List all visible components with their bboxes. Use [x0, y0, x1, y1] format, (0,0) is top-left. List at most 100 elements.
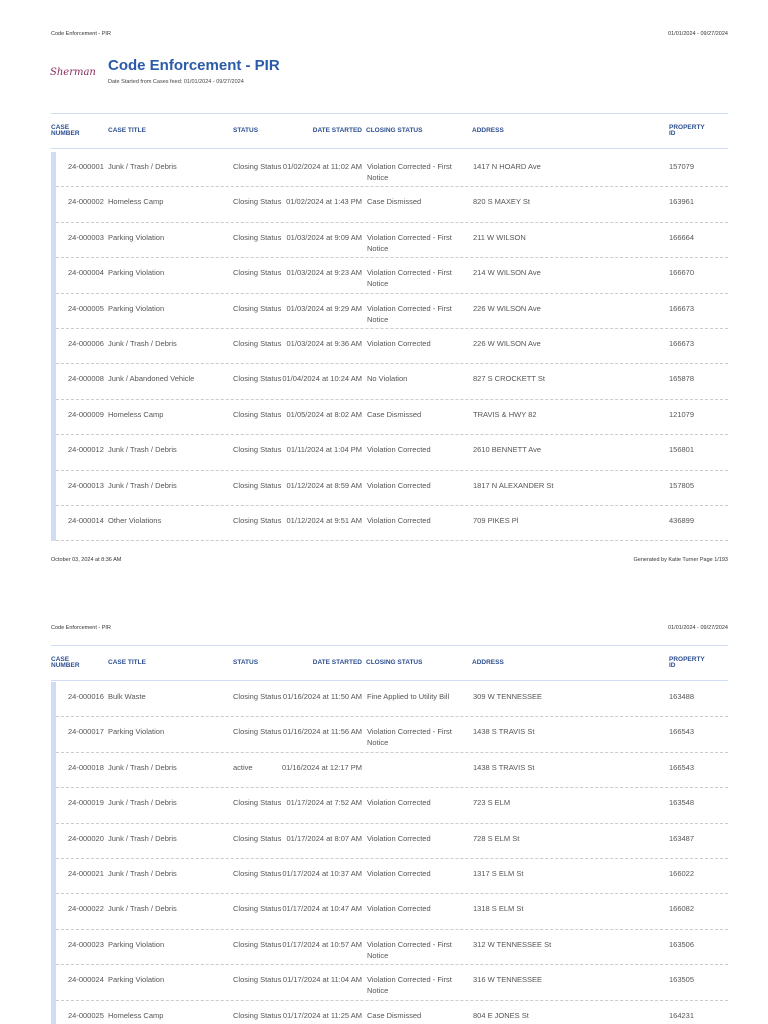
property-id: 166543 [669, 727, 695, 737]
column-header: DATE STARTED [312, 127, 362, 134]
case-number: 24-000025 [68, 1010, 104, 1020]
date-started: 01/16/2024 at 12:17 PM [281, 762, 362, 772]
date-started: 01/05/2024 at 8:02 AM [286, 409, 362, 419]
property-id: 166673 [669, 303, 695, 313]
case-number: 24-000021 [68, 868, 104, 878]
status: Closing Status [233, 303, 282, 313]
table-row: 24-000022 Junk / Trash / Debris Closing St… [56, 894, 728, 930]
case-title: Junk / Trash / Debris [108, 338, 177, 348]
address: 211 W WILSON [473, 232, 526, 242]
address: 1438 S TRAVIS St [473, 762, 535, 772]
column-header: ADDRESS [472, 659, 504, 666]
status: Closing Status [233, 515, 282, 525]
case-number: 24-000022 [68, 904, 104, 914]
date-started: 01/02/2024 at 11:02 AM [282, 162, 362, 171]
footer-generated: Generated by Katie Turner Page 1/193 [633, 557, 728, 563]
case-number: 24-000024 [68, 975, 104, 985]
date-started: 01/17/2024 at 8:07 AM [286, 833, 362, 843]
case-title: Other Violations [108, 515, 162, 525]
date-started: 01/12/2024 at 8:59 AM [286, 480, 362, 490]
date-started: 01/17/2024 at 10:37 AM [282, 868, 362, 878]
column-header: CLOSING STATUS [366, 127, 423, 134]
page-header-title: Code Enforcement - PIR [51, 625, 111, 631]
closing-status: Violation Corrected [367, 445, 431, 455]
property-id: 164231 [669, 1010, 695, 1020]
status: Closing Status [233, 338, 282, 348]
status: Closing Status [233, 692, 282, 701]
table-body: 24-000001 Junk / Trash / Debris Closing St… [51, 152, 728, 542]
case-title: Homeless Camp [108, 1010, 164, 1020]
address: 1438 S TRAVIS St [473, 727, 535, 737]
closing-status: Violation Corrected - First Notice [367, 303, 452, 324]
date-started: 01/03/2024 at 9:36 AM [286, 338, 362, 348]
property-id: 121079 [669, 409, 695, 419]
table-row: 24-000013 Junk / Trash / Debris Closing St… [56, 471, 728, 506]
address: 312 W TENNESSEE St [473, 939, 552, 949]
closing-status: Violation Corrected [367, 868, 431, 878]
address: 820 S MAXEY St [473, 197, 530, 207]
closing-status: Violation Corrected [367, 904, 431, 914]
case-title: Bulk Waste [108, 692, 146, 701]
property-id: 156801 [669, 445, 695, 455]
case-number: 24-000012 [68, 445, 104, 455]
status: Closing Status [233, 975, 282, 985]
status: Closing Status [233, 409, 282, 419]
property-id: 165878 [669, 374, 695, 384]
address: 728 S ELM St [473, 833, 520, 843]
status: Closing Status [233, 445, 282, 455]
column-header: ADDRESS [472, 127, 504, 134]
property-id: 166670 [669, 268, 695, 278]
property-id: 166673 [669, 338, 695, 348]
closing-status: No Violation [367, 374, 408, 384]
closing-status: Violation Corrected - First Notice [367, 162, 452, 182]
case-number: 24-000019 [68, 798, 104, 808]
address: 1317 S ELM St [473, 868, 524, 878]
case-title: Junk / Trash / Debris [108, 480, 177, 490]
table-row: 24-000012 Junk / Trash / Debris Closing St… [56, 435, 728, 471]
case-title: Parking Violation [108, 975, 165, 985]
case-number: 24-000018 [68, 762, 104, 772]
address: 804 E JONES St [473, 1010, 529, 1020]
property-id: 166543 [669, 762, 695, 772]
closing-status: Case Dismissed [367, 197, 422, 207]
address: 1817 N ALEXANDER St [473, 480, 554, 490]
address: 723 S ELM [473, 798, 511, 808]
case-title: Parking Violation [108, 939, 165, 949]
date-started: 01/02/2024 at 1:43 PM [286, 197, 362, 207]
address: 316 W TENNESSEE [473, 975, 543, 985]
date-started: 01/11/2024 at 1:04 PM [286, 445, 362, 455]
table-row: 24-000024 Parking Violation Closing Status… [56, 965, 728, 1001]
closing-status: Violation Corrected [367, 338, 431, 348]
closing-status: Violation Corrected [367, 833, 431, 843]
case-title: Junk / Trash / Debris [108, 798, 177, 808]
page-header-title: Code Enforcement - PIR [51, 31, 111, 37]
property-id: 157079 [669, 162, 695, 171]
closing-status: Violation Corrected [367, 798, 431, 808]
case-title: Junk / Trash / Debris [108, 904, 177, 914]
case-number: 24-000017 [68, 727, 104, 737]
status: Closing Status [233, 268, 282, 278]
address: 709 PIKES Pl [473, 515, 519, 525]
column-header: DATE STARTED [312, 659, 362, 666]
date-started: 01/17/2024 at 11:25 AM [282, 1010, 362, 1020]
column-header: CASE TITLE [108, 659, 146, 666]
property-id: 163505 [669, 975, 695, 985]
table-row: 24-000008 Junk / Abandoned Vehicle Closing… [56, 364, 728, 400]
case-number: 24-000001 [68, 162, 104, 171]
status: Closing Status [233, 939, 282, 949]
column-header: PROPERTY ID [669, 124, 705, 137]
case-title: Junk / Trash / Debris [108, 833, 177, 843]
date-started: 01/17/2024 at 7:52 AM [286, 798, 362, 808]
status: Closing Status [233, 197, 282, 207]
table-row: 24-000016 Bulk Waste Closing Status 01/16/2… [56, 682, 728, 718]
status: Closing Status [233, 162, 282, 171]
address: 214 W WILSON Ave [473, 268, 541, 278]
case-number: 24-000004 [68, 268, 104, 278]
property-id: 436899 [669, 515, 695, 525]
address: 309 W TENNESSEE [473, 692, 543, 701]
case-number: 24-000013 [68, 480, 104, 490]
report-title: Code Enforcement - PIR [108, 57, 280, 74]
table-row: 24-000003 Parking Violation Closing Status… [56, 223, 728, 259]
table-row: 24-000001 Junk / Trash / Debris Closing St… [56, 152, 728, 188]
case-title: Parking Violation [108, 268, 165, 278]
